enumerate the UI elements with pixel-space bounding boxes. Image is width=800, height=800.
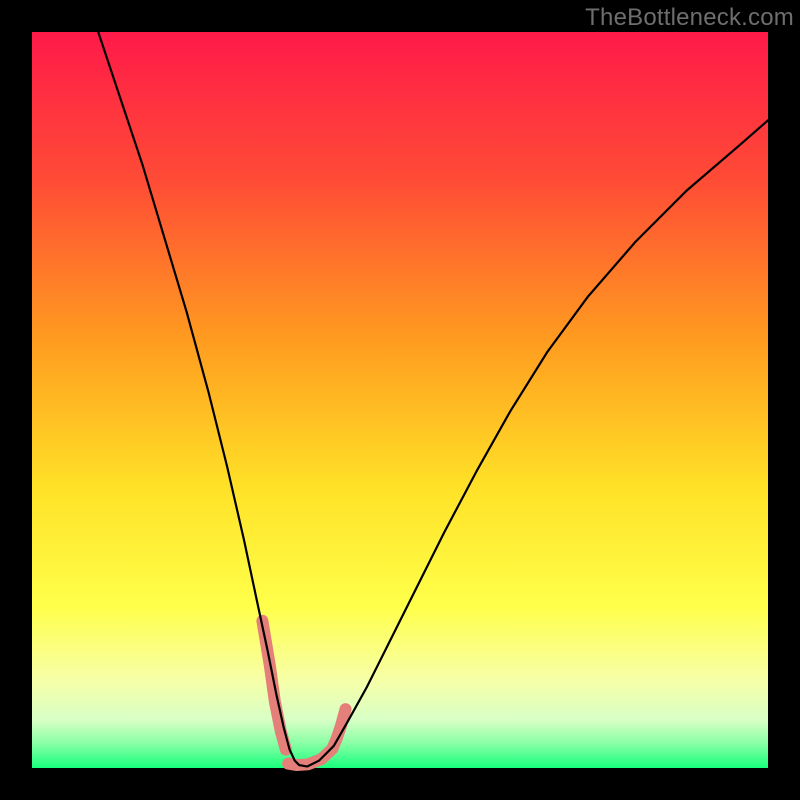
watermark-text: TheBottleneck.com: [585, 4, 794, 32]
plot-background: [32, 32, 768, 768]
chart-container: TheBottleneck.com: [0, 0, 800, 800]
bottleneck-chart: [0, 0, 800, 800]
